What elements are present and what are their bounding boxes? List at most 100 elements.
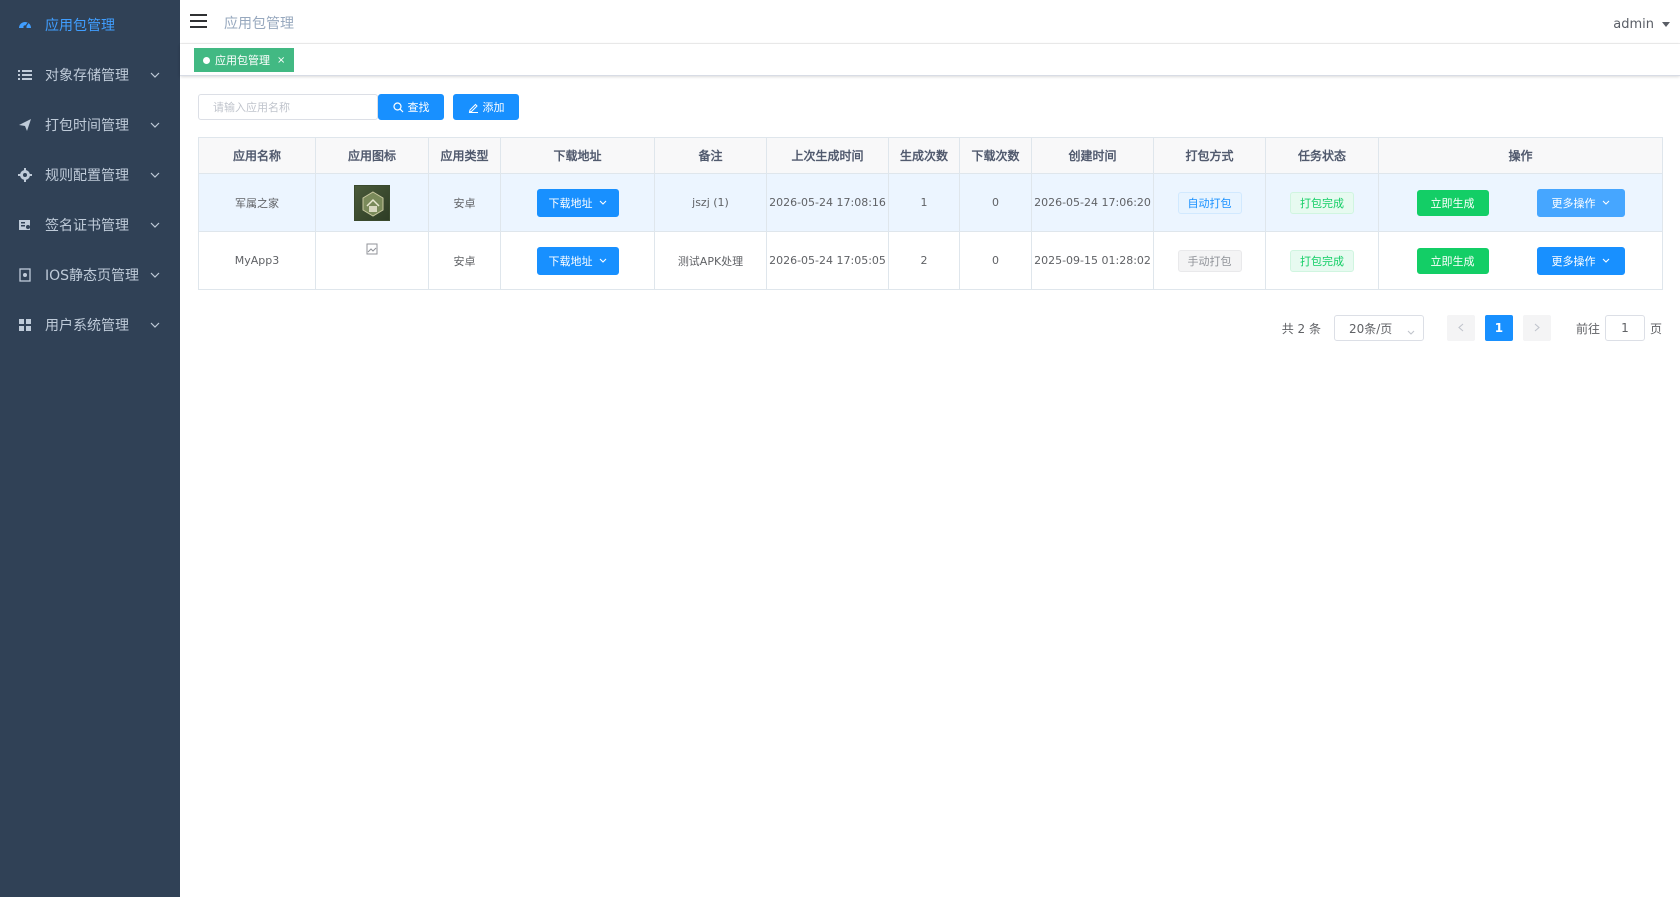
table-row[interactable]: 军属之家 安卓 下载地址 jszj (1) 2026-05-24 17:08:1… xyxy=(198,173,1663,232)
column-header: 创建时间 xyxy=(1031,137,1154,174)
page-number-active[interactable]: 1 xyxy=(1484,315,1513,341)
page-size-select[interactable]: 20条/页 xyxy=(1333,315,1424,341)
sidebar-item-user-system[interactable]: 用户系统管理 xyxy=(0,300,180,350)
cell-pack-mode: 自动打包 xyxy=(1153,173,1266,232)
tags-view: 应用包管理 × xyxy=(180,44,1680,76)
list-icon xyxy=(17,67,33,83)
broken-image-icon xyxy=(365,243,379,257)
breadcrumb: 应用包管理 xyxy=(224,16,294,32)
download-label: 下载地址 xyxy=(548,254,593,268)
certificate-icon xyxy=(17,217,33,233)
column-header: 下载地址 xyxy=(500,137,655,174)
cell-gen-count: 1 xyxy=(888,173,960,232)
column-header: 应用图标 xyxy=(315,137,429,174)
search-button-label: 查找 xyxy=(407,101,430,114)
gear-icon xyxy=(17,167,33,183)
more-actions-label: 更多操作 xyxy=(1551,196,1596,210)
cell-dl-count: 0 xyxy=(959,173,1032,232)
search-bar: 查找 添加 xyxy=(198,94,519,120)
column-header: 下载次数 xyxy=(959,137,1032,174)
column-header: 任务状态 xyxy=(1265,137,1379,174)
chevron-down-icon xyxy=(148,68,162,82)
more-actions-button[interactable]: 更多操作 xyxy=(1536,188,1625,217)
table-header-row: 应用名称 应用图标 应用类型 下载地址 备注 上次生成时间 生成次数 下载次数 … xyxy=(198,137,1663,174)
tag-app-package[interactable]: 应用包管理 × xyxy=(194,48,295,72)
column-header: 上次生成时间 xyxy=(766,137,889,174)
column-header: 操作 xyxy=(1378,137,1663,174)
pack-mode-tag: 手动打包 xyxy=(1177,249,1242,272)
download-label: 下载地址 xyxy=(548,196,593,210)
sidebar-item-ios-page[interactable]: IOS静态页管理 xyxy=(0,250,180,300)
status-tag: 打包完成 xyxy=(1290,191,1354,214)
close-icon[interactable]: × xyxy=(277,55,285,66)
sidebar-item-object-storage[interactable]: 对象存储管理 xyxy=(0,50,180,100)
cell-app-type: 安卓 xyxy=(428,173,501,232)
goto-page-input[interactable] xyxy=(1604,315,1645,341)
download-dropdown-button[interactable]: 下载地址 xyxy=(536,188,619,217)
chevron-down-icon xyxy=(599,200,607,205)
generate-now-button[interactable]: 立即生成 xyxy=(1416,189,1489,216)
sidebar-item-pack-time[interactable]: 打包时间管理 xyxy=(0,100,180,150)
cell-app-name: 军属之家 xyxy=(198,173,316,232)
chevron-down-icon xyxy=(599,258,607,263)
username: admin xyxy=(1613,17,1654,32)
add-button-label: 添加 xyxy=(482,101,505,114)
cell-gen-count: 2 xyxy=(888,231,960,290)
sidebar-item-rule-config[interactable]: 规则配置管理 xyxy=(0,150,180,200)
goto-label: 前往 xyxy=(1575,321,1600,336)
chevron-down-icon xyxy=(148,268,162,282)
column-header: 生成次数 xyxy=(888,137,960,174)
cell-app-icon xyxy=(315,231,429,290)
paper-plane-icon xyxy=(17,117,33,133)
pagination: 共 2 条 20条/页 1 前往 页 xyxy=(1282,315,1662,341)
cell-last-time: 2026-05-24 17:05:05 xyxy=(766,231,889,290)
chevron-down-icon xyxy=(1602,200,1610,205)
column-header: 应用名称 xyxy=(198,137,316,174)
search-input[interactable] xyxy=(198,94,378,120)
generate-now-button[interactable]: 立即生成 xyxy=(1416,247,1489,274)
cell-dl-count: 0 xyxy=(959,231,1032,290)
pagination-total: 共 2 条 xyxy=(1281,321,1321,336)
prev-page-button[interactable] xyxy=(1446,315,1475,341)
search-button[interactable]: 查找 xyxy=(378,94,444,120)
sidebar-item-app-package[interactable]: 应用包管理 xyxy=(0,0,180,50)
search-icon xyxy=(392,101,404,113)
user-menu[interactable]: admin xyxy=(1613,17,1670,32)
more-actions-button[interactable]: 更多操作 xyxy=(1536,246,1625,275)
hamburger-icon[interactable] xyxy=(189,12,209,32)
sidebar-item-cert[interactable]: 签名证书管理 xyxy=(0,200,180,250)
page-suffix: 页 xyxy=(1649,321,1662,336)
sidebar: 应用包管理 对象存储管理 打包时间管理 规则配置管理 签名证书管理 IOS静态页… xyxy=(0,0,180,897)
cell-note: jszj (1) xyxy=(654,173,767,232)
tag-dot xyxy=(203,56,210,64)
cell-app-name: MyApp3 xyxy=(198,231,316,290)
page-jumper: 前往 页 xyxy=(1576,315,1662,341)
cell-app-type: 安卓 xyxy=(428,231,501,290)
cell-actions: 立即生成 更多操作 xyxy=(1378,231,1663,290)
edit-icon xyxy=(468,102,479,113)
cell-status: 打包完成 xyxy=(1265,231,1379,290)
cell-pack-mode: 手动打包 xyxy=(1153,231,1266,290)
download-dropdown-button[interactable]: 下载地址 xyxy=(536,246,619,275)
chevron-down-icon xyxy=(148,318,162,332)
next-page-button[interactable] xyxy=(1522,315,1551,341)
cell-note: 测试APK处理 xyxy=(654,231,767,290)
column-header: 打包方式 xyxy=(1153,137,1266,174)
column-header: 应用类型 xyxy=(428,137,501,174)
cell-status: 打包完成 xyxy=(1265,173,1379,232)
tag-label: 应用包管理 xyxy=(215,54,270,67)
navbar: 应用包管理 admin xyxy=(180,0,1680,44)
cell-download: 下载地址 xyxy=(500,231,655,290)
chevron-down-icon xyxy=(1407,324,1415,338)
more-actions-label: 更多操作 xyxy=(1551,254,1596,268)
app-package-table: 应用名称 应用图标 应用类型 下载地址 备注 上次生成时间 生成次数 下载次数 … xyxy=(198,137,1663,290)
chevron-down-icon xyxy=(148,168,162,182)
chevron-down-icon xyxy=(148,118,162,132)
cell-created: 2026-05-24 17:06:20 xyxy=(1031,173,1154,232)
add-button[interactable]: 添加 xyxy=(453,94,519,120)
pack-mode-tag: 自动打包 xyxy=(1177,191,1242,214)
caret-down-icon xyxy=(1662,21,1670,29)
chevron-right-icon xyxy=(1534,321,1540,335)
table-row[interactable]: MyApp3 安卓 下载地址 测试APK处理 2026-05-24 17:05:… xyxy=(198,231,1663,290)
cell-app-icon xyxy=(315,173,429,232)
